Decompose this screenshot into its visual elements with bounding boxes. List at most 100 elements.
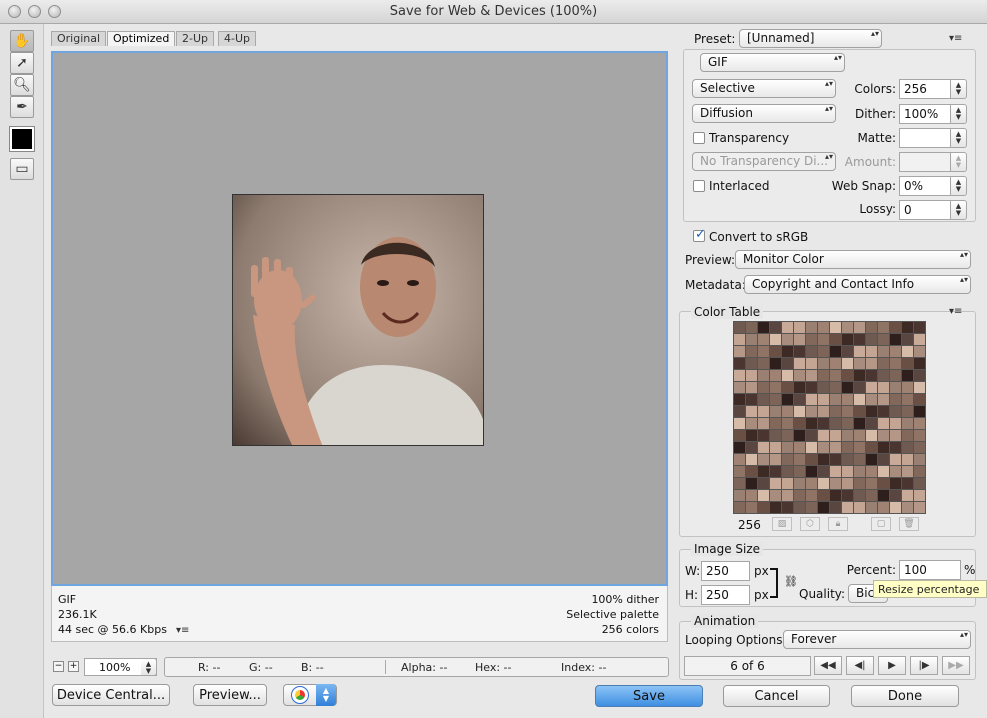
color-swatch[interactable] xyxy=(902,322,913,333)
color-swatch[interactable] xyxy=(842,406,853,417)
color-swatch[interactable] xyxy=(914,478,925,489)
color-swatch[interactable] xyxy=(818,406,829,417)
color-swatch[interactable] xyxy=(902,418,913,429)
color-swatch[interactable] xyxy=(902,430,913,441)
color-swatch[interactable] xyxy=(818,394,829,405)
color-swatch[interactable] xyxy=(770,346,781,357)
tab-optimized[interactable]: Optimized xyxy=(107,31,176,46)
color-swatch[interactable] xyxy=(794,358,805,369)
color-swatch[interactable] xyxy=(902,466,913,477)
color-swatch[interactable] xyxy=(746,418,757,429)
color-swatch[interactable] xyxy=(806,502,817,513)
color-swatch[interactable] xyxy=(914,466,925,477)
preview-select[interactable]: Monitor Color xyxy=(735,250,971,269)
preview-button[interactable]: Preview... xyxy=(193,684,267,706)
color-swatch[interactable] xyxy=(866,442,877,453)
color-swatch[interactable] xyxy=(902,370,913,381)
color-swatch[interactable] xyxy=(758,466,769,477)
color-swatch[interactable] xyxy=(770,382,781,393)
color-swatch[interactable] xyxy=(830,322,841,333)
matte-stepper[interactable]: ▲ ▼ xyxy=(951,128,967,148)
color-swatch[interactable] xyxy=(818,346,829,357)
dither-algorithm-select[interactable]: Diffusion xyxy=(692,104,836,123)
color-swatch[interactable] xyxy=(878,502,889,513)
color-swatch[interactable] xyxy=(914,334,925,345)
color-swatch[interactable] xyxy=(746,346,757,357)
color-swatch[interactable] xyxy=(770,478,781,489)
color-swatch[interactable] xyxy=(734,382,745,393)
color-swatch[interactable] xyxy=(842,430,853,441)
lossy-field[interactable]: 0 xyxy=(899,200,951,220)
color-swatch[interactable] xyxy=(914,490,925,501)
color-swatch[interactable] xyxy=(902,382,913,393)
color-swatch[interactable] xyxy=(794,322,805,333)
hand-tool-icon[interactable]: ✋ xyxy=(10,30,34,52)
color-swatch[interactable] xyxy=(842,466,853,477)
color-swatch[interactable] xyxy=(890,406,901,417)
color-swatch[interactable] xyxy=(794,430,805,441)
tab-2-up[interactable]: 2-Up xyxy=(176,31,215,46)
color-swatch[interactable] xyxy=(878,394,889,405)
color-swatch[interactable] xyxy=(746,322,757,333)
color-swatch[interactable] xyxy=(806,442,817,453)
color-swatch[interactable] xyxy=(902,442,913,453)
color-swatch[interactable] xyxy=(734,490,745,501)
eyedropper-color-swatch[interactable] xyxy=(9,126,35,152)
color-swatch[interactable] xyxy=(782,382,793,393)
color-swatch[interactable] xyxy=(890,358,901,369)
color-swatch[interactable] xyxy=(770,430,781,441)
color-swatch[interactable] xyxy=(794,478,805,489)
color-swatch[interactable] xyxy=(866,406,877,417)
color-swatch[interactable] xyxy=(734,418,745,429)
color-swatch[interactable] xyxy=(770,442,781,453)
color-swatch[interactable] xyxy=(794,490,805,501)
color-swatch[interactable] xyxy=(734,358,745,369)
color-swatch[interactable] xyxy=(854,478,865,489)
transparency-checkbox[interactable] xyxy=(693,132,705,144)
color-swatch[interactable] xyxy=(854,442,865,453)
color-swatch[interactable] xyxy=(770,466,781,477)
color-swatch[interactable] xyxy=(830,382,841,393)
lossy-stepper[interactable]: ▲ ▼ xyxy=(951,200,967,220)
color-swatch[interactable] xyxy=(842,394,853,405)
color-swatch[interactable] xyxy=(854,358,865,369)
color-swatch[interactable] xyxy=(914,322,925,333)
zoom-in-button[interactable]: + xyxy=(68,661,79,672)
color-swatch[interactable] xyxy=(830,406,841,417)
colors-stepper[interactable]: ▲ ▼ xyxy=(951,79,967,99)
color-swatch[interactable] xyxy=(770,334,781,345)
color-swatch[interactable] xyxy=(854,490,865,501)
color-swatch[interactable] xyxy=(842,454,853,465)
color-table-grid[interactable] xyxy=(733,321,926,514)
color-swatch[interactable] xyxy=(890,382,901,393)
amount-field[interactable] xyxy=(899,152,951,172)
next-frame-icon[interactable]: |▶ xyxy=(910,656,938,675)
color-swatch[interactable] xyxy=(806,394,817,405)
color-swatch[interactable] xyxy=(782,346,793,357)
color-swatch[interactable] xyxy=(770,370,781,381)
color-swatch[interactable] xyxy=(902,406,913,417)
color-swatch[interactable] xyxy=(854,502,865,513)
color-swatch[interactable] xyxy=(866,466,877,477)
color-swatch[interactable] xyxy=(758,442,769,453)
color-swatch[interactable] xyxy=(854,322,865,333)
zoom-out-button[interactable]: − xyxy=(53,661,64,672)
color-swatch[interactable] xyxy=(890,346,901,357)
color-swatch[interactable] xyxy=(734,442,745,453)
color-table-menu-icon[interactable]: ▾≡ xyxy=(949,306,962,317)
color-swatch[interactable] xyxy=(734,478,745,489)
color-swatch[interactable] xyxy=(806,346,817,357)
color-swatch[interactable] xyxy=(746,478,757,489)
new-color-icon[interactable]: ▢ xyxy=(871,517,891,531)
color-swatch[interactable] xyxy=(818,478,829,489)
color-swatch[interactable] xyxy=(914,418,925,429)
color-swatch[interactable] xyxy=(890,466,901,477)
color-swatch[interactable] xyxy=(830,430,841,441)
color-swatch[interactable] xyxy=(794,334,805,345)
color-swatch[interactable] xyxy=(854,406,865,417)
interlaced-checkbox[interactable] xyxy=(693,180,705,192)
file-format-select[interactable]: GIF xyxy=(700,53,845,72)
color-swatch[interactable] xyxy=(746,442,757,453)
looping-select[interactable]: Forever xyxy=(783,630,971,649)
color-swatch[interactable] xyxy=(878,442,889,453)
